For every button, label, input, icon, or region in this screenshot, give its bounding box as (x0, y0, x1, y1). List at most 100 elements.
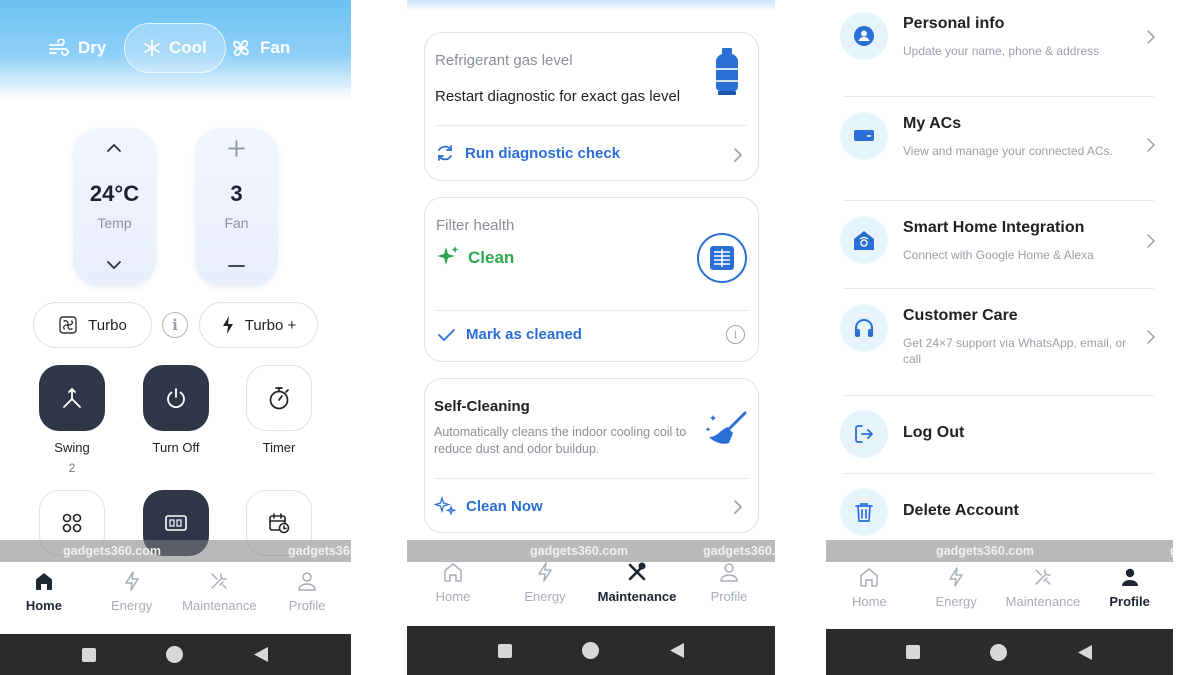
power-icon (167, 388, 185, 409)
recents-icon[interactable] (906, 645, 920, 659)
energy-icon (949, 567, 963, 587)
home-icon (860, 568, 879, 587)
turn-off-label: Turn Off (152, 440, 200, 455)
refresh-icon (438, 145, 452, 161)
tools-icon (628, 562, 646, 581)
row-divider (844, 395, 1154, 396)
swing-label: Swing (54, 440, 90, 455)
turbo-plus-button[interactable]: Turbo + (199, 302, 318, 348)
run-diagnostic-link[interactable]: Run diagnostic check (435, 143, 620, 163)
back-icon[interactable] (253, 646, 269, 663)
home-screen: Dry Cool Fan 24°C Temp 3 Fan Turbo i Tur… (0, 0, 351, 675)
turbo-button[interactable]: Turbo (33, 302, 152, 348)
nav-home[interactable]: Home (0, 570, 88, 613)
log-out-title: Log Out (903, 424, 965, 441)
filter-icon (697, 233, 747, 283)
delete-account-icon (840, 488, 888, 536)
bottom-navigation: Home Energy Maintenance Profile (0, 570, 351, 613)
mode-cool-button[interactable]: Cool (124, 23, 226, 73)
nav-profile-label: Profile (288, 598, 326, 613)
chevron-right-icon (734, 500, 743, 514)
nav-profile[interactable]: Profile (1086, 566, 1173, 609)
refrigerant-title: Refrigerant gas level (435, 52, 573, 69)
turbo-info-icon[interactable]: i (162, 312, 188, 338)
nav-energy-label: Energy (935, 594, 977, 609)
row-divider (844, 96, 1154, 97)
customer-care-row[interactable]: Customer Care Get 24×7 support via Whats… (840, 304, 1170, 372)
refrigerant-card: Refrigerant gas level Restart diagnostic… (424, 32, 759, 181)
watermark-text: gadgets360.com (288, 544, 351, 558)
nav-maintenance[interactable]: Maintenance (176, 570, 264, 613)
broom-icon (705, 411, 747, 444)
profile-icon (298, 572, 316, 591)
row-divider (844, 200, 1154, 201)
temp-down-icon[interactable] (106, 259, 122, 271)
recents-icon[interactable] (497, 643, 512, 658)
watermark-text: gadgets360.com (936, 544, 1034, 558)
customer-care-title: Customer Care (903, 307, 1018, 324)
nav-energy[interactable]: Energy (88, 570, 176, 613)
mode-dry-label: Dry (78, 38, 107, 57)
delete-account-title: Delete Account (903, 502, 1019, 519)
log-out-icon (840, 410, 888, 458)
chevron-right-icon (1147, 138, 1156, 152)
timer-button[interactable] (246, 365, 312, 431)
nav-profile[interactable]: Profile (683, 561, 775, 604)
recents-icon[interactable] (82, 647, 96, 662)
card-divider (434, 478, 748, 479)
personal-info-row[interactable]: Personal info Update your name, phone & … (840, 12, 1170, 72)
home-system-icon[interactable] (166, 646, 183, 663)
self-cleaning-card: Self-Cleaning Automatically cleans the i… (424, 378, 759, 533)
mark-cleaned-link[interactable]: Mark as cleaned (436, 326, 582, 343)
home-system-icon[interactable] (990, 643, 1007, 661)
clean-now-label: Clean Now (466, 497, 543, 515)
sparkles-icon (434, 495, 456, 516)
mode-fan-label: Fan (260, 38, 291, 57)
nav-maintenance[interactable]: Maintenance (1000, 566, 1087, 609)
smart-home-title: Smart Home Integration (903, 219, 1085, 236)
profile-icon (720, 563, 738, 582)
watermark-text: gadgets360.com (530, 544, 628, 558)
ac-unit-icon (854, 130, 874, 141)
turbo-label: Turbo (88, 316, 127, 334)
filter-info-icon[interactable]: i (726, 325, 745, 344)
temperature-value: 24°C (89, 181, 140, 206)
nav-maintenance-label: Maintenance (1005, 594, 1081, 609)
swing-icon (63, 387, 81, 408)
nav-home[interactable]: Home (407, 561, 499, 604)
watermark-text-partial: gadg (1170, 540, 1173, 562)
home-system-icon[interactable] (581, 642, 599, 659)
back-icon[interactable] (669, 642, 685, 659)
swing-button[interactable] (39, 365, 105, 431)
nav-energy[interactable]: Energy (499, 561, 591, 604)
nav-energy[interactable]: Energy (913, 566, 1000, 609)
nav-maintenance[interactable]: Maintenance (591, 561, 683, 604)
nav-energy-label: Energy (111, 598, 153, 613)
filter-health-title: Filter health (436, 217, 515, 234)
temp-up-icon[interactable] (106, 142, 122, 154)
nav-home-label: Home (25, 598, 62, 613)
fan-plus-icon[interactable] (228, 140, 245, 157)
energy-icon (124, 571, 139, 591)
my-acs-row[interactable]: My ACs View and manage your connected AC… (840, 112, 1170, 176)
fan-speed-label: Fan (224, 215, 249, 231)
checkmark-icon (438, 328, 455, 341)
bottom-navigation: Home Energy Maintenance Profile (826, 566, 1173, 609)
clean-now-link[interactable]: Clean Now (434, 495, 543, 517)
mode-dry-button[interactable]: Dry (48, 23, 106, 73)
back-icon[interactable] (1077, 644, 1093, 661)
chevron-right-icon (734, 148, 743, 162)
nav-profile[interactable]: Profile (263, 570, 351, 613)
log-out-row[interactable]: Log Out (840, 410, 1170, 458)
smart-home-row[interactable]: Smart Home Integration Connect with Goog… (840, 216, 1170, 272)
delete-account-row[interactable]: Delete Account (840, 488, 1170, 536)
energy-icon (538, 562, 552, 582)
nav-home[interactable]: Home (826, 566, 913, 609)
logout-icon (855, 425, 874, 443)
mode-fan-button[interactable]: Fan (230, 23, 290, 73)
turn-off-button[interactable] (143, 365, 209, 431)
profile-icon (1121, 568, 1138, 586)
nav-home-label: Home (435, 589, 471, 604)
personal-info-icon (840, 12, 888, 60)
fan-minus-icon[interactable] (228, 264, 245, 268)
